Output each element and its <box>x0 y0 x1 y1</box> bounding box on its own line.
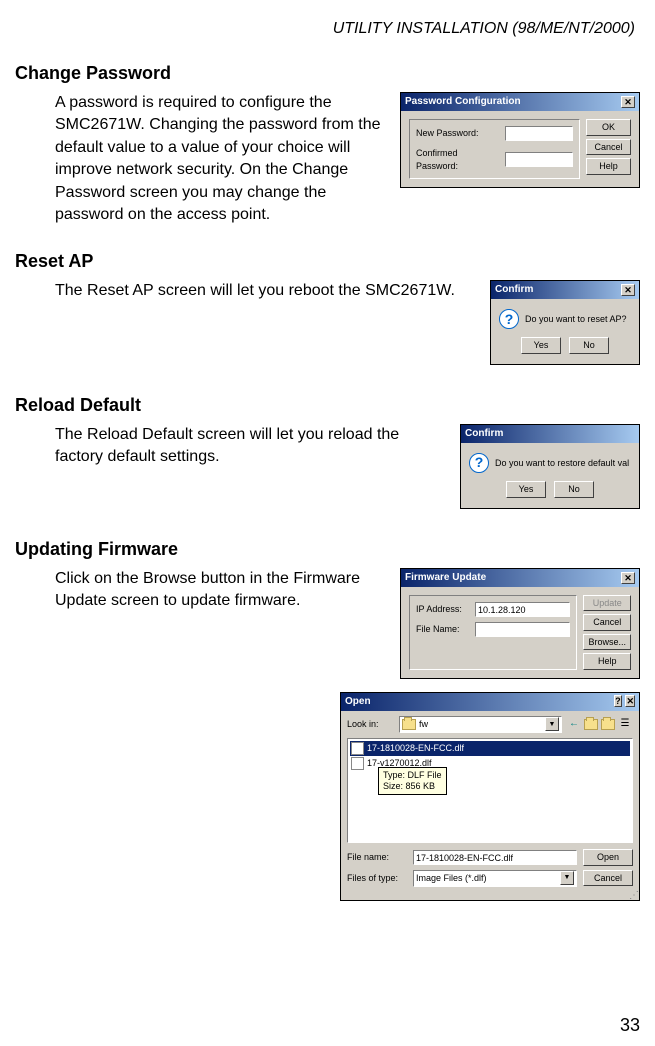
section-change-password: Change Password Password Configuration ✕… <box>15 63 640 226</box>
file-name-label: File name: <box>347 851 407 864</box>
file-icon <box>351 742 364 755</box>
page-number: 33 <box>620 1015 640 1036</box>
confirm-message: Do you want to reset AP? <box>525 313 627 326</box>
section-reset-ap: Reset AP Confirm ✕ ? Do you want to rese… <box>15 251 640 370</box>
body-change-password: Password Configuration ✕ New Password: C… <box>15 92 640 226</box>
look-in-dropdown[interactable]: fw ▼ <box>399 716 562 733</box>
close-icon[interactable]: ✕ <box>621 572 635 584</box>
confirmed-password-input[interactable] <box>505 152 573 167</box>
section-updating-firmware: Updating Firmware Firmware Update ✕ IP A… <box>15 539 640 901</box>
page-header: UTILITY INSTALLATION (98/ME/NT/2000) <box>15 20 640 38</box>
body-reset-ap: Confirm ✕ ? Do you want to reset AP? Yes… <box>15 280 640 370</box>
no-button[interactable]: No <box>554 481 594 498</box>
ip-address-label: IP Address: <box>416 603 471 616</box>
folder-icon <box>402 719 416 730</box>
dialog-title-bar: Firmware Update ✕ <box>401 569 639 587</box>
confirm-message: Do you want to restore default val <box>495 457 629 470</box>
close-icon[interactable]: ✕ <box>621 96 635 108</box>
question-icon: ? <box>499 309 519 329</box>
update-button[interactable]: Update <box>583 595 631 612</box>
heading-reload-default: Reload Default <box>15 395 640 416</box>
chevron-down-icon[interactable]: ▼ <box>545 717 559 731</box>
open-button[interactable]: Open <box>583 849 633 866</box>
up-folder-icon[interactable] <box>583 716 599 732</box>
files-of-type-dropdown[interactable]: Image Files (*.dlf) ▼ <box>413 870 577 887</box>
firmware-update-dialog: Firmware Update ✕ IP Address: 10.1.28.12… <box>400 568 640 679</box>
file-name: 17-1810028-EN-FCC.dlf <box>367 742 464 755</box>
file-name-input[interactable]: 17-1810028-EN-FCC.dlf <box>413 850 577 865</box>
body-reload-default: Confirm ? Do you want to restore default… <box>15 424 640 514</box>
file-name-input[interactable] <box>475 622 570 637</box>
heading-reset-ap: Reset AP <box>15 251 640 272</box>
yes-button[interactable]: Yes <box>506 481 546 498</box>
question-icon: ? <box>469 453 489 473</box>
dialog-title-text: Firmware Update <box>405 571 486 585</box>
files-of-type-value: Image Files (*.dlf) <box>416 872 487 885</box>
chevron-down-icon[interactable]: ▼ <box>560 871 574 885</box>
ip-address-input[interactable]: 10.1.28.120 <box>475 602 570 617</box>
body-updating-firmware: Firmware Update ✕ IP Address: 10.1.28.12… <box>15 568 640 901</box>
nav-back-icon[interactable]: ← <box>566 716 582 732</box>
cancel-button[interactable]: Cancel <box>583 614 631 631</box>
file-name-label: File Name: <box>416 623 471 636</box>
list-item[interactable]: 17-1810028-EN-FCC.dlf <box>350 741 630 756</box>
new-folder-icon[interactable] <box>600 716 616 732</box>
confirm-reload-dialog: Confirm ? Do you want to restore default… <box>460 424 640 509</box>
tooltip-line: Type: DLF File <box>383 770 442 781</box>
help-icon[interactable]: ? <box>614 695 622 707</box>
dialog-title-text: Open <box>345 695 371 709</box>
help-button[interactable]: Help <box>586 158 631 175</box>
dialog-title-bar: Open ? ✕ <box>341 693 639 711</box>
paragraph-text: Click on the Browse button in the Firmwa… <box>55 570 360 609</box>
cancel-button[interactable]: Cancel <box>583 870 633 887</box>
heading-change-password: Change Password <box>15 63 640 84</box>
files-of-type-label: Files of type: <box>347 872 407 885</box>
heading-updating-firmware: Updating Firmware <box>15 539 640 560</box>
yes-button[interactable]: Yes <box>521 337 561 354</box>
no-button[interactable]: No <box>569 337 609 354</box>
dialog-title-text: Confirm <box>465 427 503 441</box>
look-in-value: fw <box>419 718 428 731</box>
close-icon[interactable]: ✕ <box>625 695 635 707</box>
help-button[interactable]: Help <box>583 653 631 670</box>
browse-button[interactable]: Browse... <box>583 634 631 651</box>
view-menu-icon[interactable]: ☰ <box>617 716 633 732</box>
dialog-title-text: Confirm <box>495 283 533 297</box>
confirm-reset-dialog: Confirm ✕ ? Do you want to reset AP? Yes… <box>490 280 640 365</box>
confirmed-password-label: Confirmed Password: <box>416 147 501 172</box>
cancel-button[interactable]: Cancel <box>586 139 631 156</box>
dialog-title-bar: Password Configuration ✕ <box>401 93 639 111</box>
dialog-title-text: Password Configuration <box>405 95 521 109</box>
section-reload-default: Reload Default Confirm ? Do you want to … <box>15 395 640 514</box>
file-icon <box>351 757 364 770</box>
tooltip-line: Size: 856 KB <box>383 781 442 792</box>
close-icon[interactable]: ✕ <box>621 284 635 296</box>
file-list[interactable]: 17-1810028-EN-FCC.dlf 17-v1270012.dlf Ty… <box>347 738 633 843</box>
look-in-label: Look in: <box>347 718 395 731</box>
dialog-title-bar: Confirm <box>461 425 639 443</box>
paragraph-text: The Reset AP screen will let you reboot … <box>55 282 455 299</box>
new-password-label: New Password: <box>416 127 501 140</box>
tooltip: Type: DLF File Size: 856 KB <box>378 767 447 795</box>
new-password-input[interactable] <box>505 126 573 141</box>
password-config-dialog: Password Configuration ✕ New Password: C… <box>400 92 640 188</box>
ok-button[interactable]: OK <box>586 119 631 136</box>
paragraph-text: A password is required to configure the … <box>55 94 381 223</box>
dialog-title-bar: Confirm ✕ <box>491 281 639 299</box>
paragraph-text: The Reload Default screen will let you r… <box>55 426 399 465</box>
resize-grip-icon[interactable]: ⋰ <box>341 893 639 900</box>
open-file-dialog: Open ? ✕ Look in: fw ▼ ← ☰ <box>340 692 640 901</box>
